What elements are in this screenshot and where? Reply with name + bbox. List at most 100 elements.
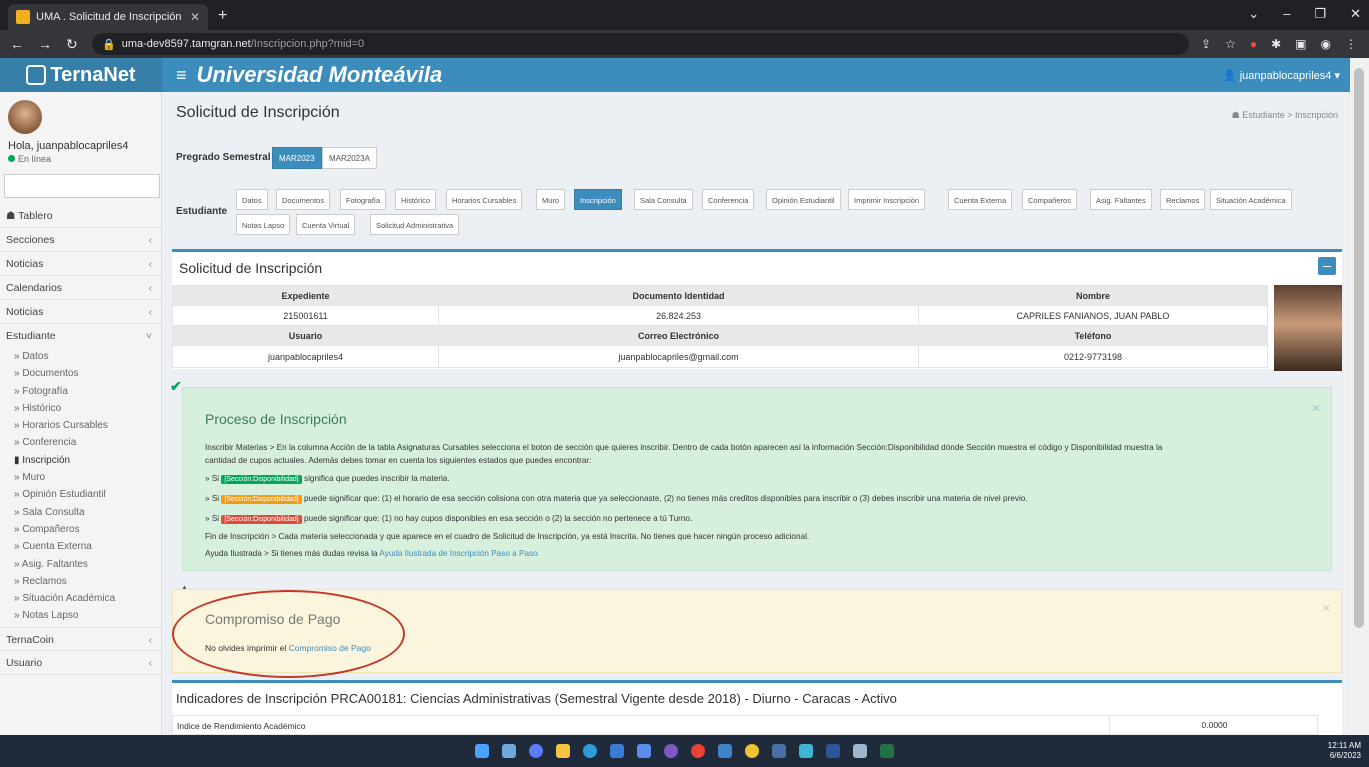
profile-icon[interactable]: ◉: [1321, 37, 1331, 51]
extension-icon[interactable]: ●: [1250, 37, 1257, 51]
tab-muro[interactable]: Muro: [536, 189, 566, 210]
browser-tab[interactable]: UMA . Solicitud de Inscripción ✕: [8, 4, 208, 30]
app-icon[interactable]: [637, 744, 651, 758]
ternanet-logo[interactable]: TernaNet: [0, 58, 162, 92]
chat-icon[interactable]: [529, 744, 543, 758]
submenu-item[interactable]: » Horarios Cursables: [0, 417, 162, 434]
breadcrumb-icon: ☗: [1231, 110, 1243, 120]
tab-reclamos[interactable]: Reclamos: [1160, 189, 1206, 210]
start-icon[interactable]: [475, 744, 489, 758]
tab-asig-faltantes[interactable]: Asig. Faltantes: [1090, 189, 1152, 210]
collapse-button[interactable]: –: [1318, 257, 1336, 275]
submenu-item[interactable]: » Opinión Estudiantil: [0, 486, 162, 503]
sidebar-item-estudiante[interactable]: Estudiante ˅: [0, 324, 162, 348]
tab-solicitud-administrativa[interactable]: Solicitud Administrativa: [370, 214, 460, 235]
edge-icon[interactable]: [583, 744, 597, 758]
store-icon[interactable]: [610, 744, 624, 758]
submenu-item[interactable]: » Documentos: [0, 365, 162, 382]
submenu-item[interactable]: » Notas Lapso: [0, 607, 162, 624]
back-icon[interactable]: ←: [10, 36, 24, 53]
tab-sala-consulta[interactable]: Sala Consulta: [634, 189, 693, 210]
forward-icon[interactable]: →: [38, 36, 52, 53]
estado-red: » Si [Sección:Disponibilidad] puede sign…: [205, 514, 692, 524]
submenu-item[interactable]: » Datos: [0, 348, 162, 365]
submenu-item[interactable]: » Muro: [0, 469, 162, 486]
tab-horarios-cursables[interactable]: Horarios Cursables: [446, 189, 523, 210]
scroll-thumb[interactable]: [1354, 68, 1364, 628]
tab-conferencia[interactable]: Conferencia: [702, 189, 755, 210]
user-menu[interactable]: 👤 juanpablocapriles4 ▾: [1223, 69, 1340, 82]
submenu-item[interactable]: » Cuenta Externa: [0, 538, 162, 555]
sidepanel-icon[interactable]: ▣: [1295, 37, 1306, 51]
app-icon[interactable]: [853, 744, 867, 758]
reload-icon[interactable]: ↻: [66, 36, 78, 53]
submenu-item[interactable]: » Sala Consulta: [0, 504, 162, 521]
submenu-item[interactable]: » Compañeros: [0, 521, 162, 538]
page-scrollbar[interactable]: [1350, 58, 1369, 735]
new-tab-icon[interactable]: +: [218, 7, 227, 25]
close-icon[interactable]: ✕: [1322, 602, 1331, 615]
taskview-icon[interactable]: [502, 744, 516, 758]
online-status: En línea: [8, 154, 51, 164]
submenu-item[interactable]: » Fotografía: [0, 383, 162, 400]
student-info-table: Expediente Documento Identidad Nombre 21…: [172, 285, 1268, 368]
sidebar-item-noticias-2[interactable]: Noticias ‹: [0, 300, 162, 324]
submenu-item[interactable]: » Histórico: [0, 400, 162, 417]
sidebar-search-input[interactable]: [4, 174, 160, 198]
close-tab-icon[interactable]: ✕: [190, 10, 200, 24]
sidebar: Hola, juanpablocapriles4 En línea ☗ Tabl…: [0, 92, 162, 735]
tab-datos[interactable]: Datos: [236, 189, 268, 210]
submenu-item[interactable]: » Conferencia: [0, 434, 162, 451]
chevron-left-icon: ‹: [148, 258, 153, 270]
sidebar-item-calendarios[interactable]: Calendarios ‹: [0, 276, 162, 300]
clock-date: 6/6/2023: [1329, 751, 1361, 760]
share-icon[interactable]: ⇪: [1201, 37, 1211, 51]
sidebar-item-ternacoin[interactable]: TernaCoin ‹: [0, 626, 162, 651]
submenu-item[interactable]: » Asig. Faltantes: [0, 556, 162, 573]
chrome-icon[interactable]: [691, 744, 705, 758]
calculator-icon[interactable]: [772, 744, 786, 758]
sidebar-item-noticias[interactable]: Noticias ‹: [0, 252, 162, 276]
tab-search-icon[interactable]: ⌄: [1248, 6, 1259, 22]
tab-fotografia[interactable]: Fotografía: [340, 189, 387, 210]
app-icon[interactable]: [745, 744, 759, 758]
sidebar-item-usuario[interactable]: Usuario ‹: [0, 651, 162, 675]
restore-icon[interactable]: ❐: [1314, 6, 1326, 22]
university-title: Universidad Monteávila: [196, 62, 443, 87]
period-tab-mar2023[interactable]: MAR2023: [272, 147, 322, 169]
tab-imprimir-inscripcion[interactable]: Imprimir Inscripción: [848, 189, 926, 210]
submenu-item[interactable]: » Reclamos: [0, 573, 162, 590]
puzzle-icon[interactable]: ✱: [1271, 37, 1281, 51]
sidebar-item-secciones[interactable]: Secciones ‹: [0, 228, 162, 252]
submenu-item[interactable]: » Situación Académica: [0, 590, 162, 607]
proceso-callout: Proceso de Inscripción ✕ Inscribir Mater…: [182, 387, 1332, 571]
tab-historico[interactable]: Histórico: [395, 189, 437, 210]
ayuda-link[interactable]: Ayuda Ilustrada de Inscripción Paso a Pa…: [379, 549, 540, 558]
tab-companeros[interactable]: Compañeros: [1022, 189, 1077, 210]
close-window-icon[interactable]: ✕: [1350, 6, 1361, 22]
word-icon[interactable]: [826, 744, 840, 758]
submenu-item-active[interactable]: ▮ Inscripción: [0, 452, 162, 469]
tab-situacion-academica[interactable]: Situación Académica: [1210, 189, 1292, 210]
tab-inscripcion[interactable]: Inscripción: [574, 189, 622, 210]
url-input[interactable]: 🔒 uma-dev8597.tamgran.net /Inscripcion.p…: [92, 33, 1190, 55]
excel-icon[interactable]: [880, 744, 894, 758]
app-icon[interactable]: [718, 744, 732, 758]
app-icon[interactable]: [799, 744, 813, 758]
tab-cuenta-virtual[interactable]: Cuenta Virtual: [296, 214, 356, 235]
sidebar-item-tablero[interactable]: ☗ Tablero: [0, 204, 162, 228]
bookmark-star-icon[interactable]: ☆: [1225, 37, 1236, 51]
app-icon[interactable]: [664, 744, 678, 758]
close-icon[interactable]: ✕: [1312, 402, 1321, 415]
tab-notas-lapso[interactable]: Notas Lapso: [236, 214, 291, 235]
menu-dots-icon[interactable]: ⋮: [1345, 37, 1357, 51]
badge-green: [Sección:Disponibilidad]: [221, 475, 302, 484]
period-tab-mar2023a[interactable]: MAR2023A: [322, 147, 377, 169]
tab-documentos[interactable]: Documentos: [276, 189, 331, 210]
menu-toggle-icon[interactable]: ≡: [176, 65, 187, 86]
minimize-icon[interactable]: –: [1283, 6, 1290, 22]
tab-opinion-estudiantil[interactable]: Opinión Estudiantil: [766, 189, 841, 210]
tab-cuenta-externa[interactable]: Cuenta Externa: [948, 189, 1013, 210]
explorer-icon[interactable]: [556, 744, 570, 758]
system-clock[interactable]: 12:11 AM 6/6/2023: [1328, 741, 1361, 761]
